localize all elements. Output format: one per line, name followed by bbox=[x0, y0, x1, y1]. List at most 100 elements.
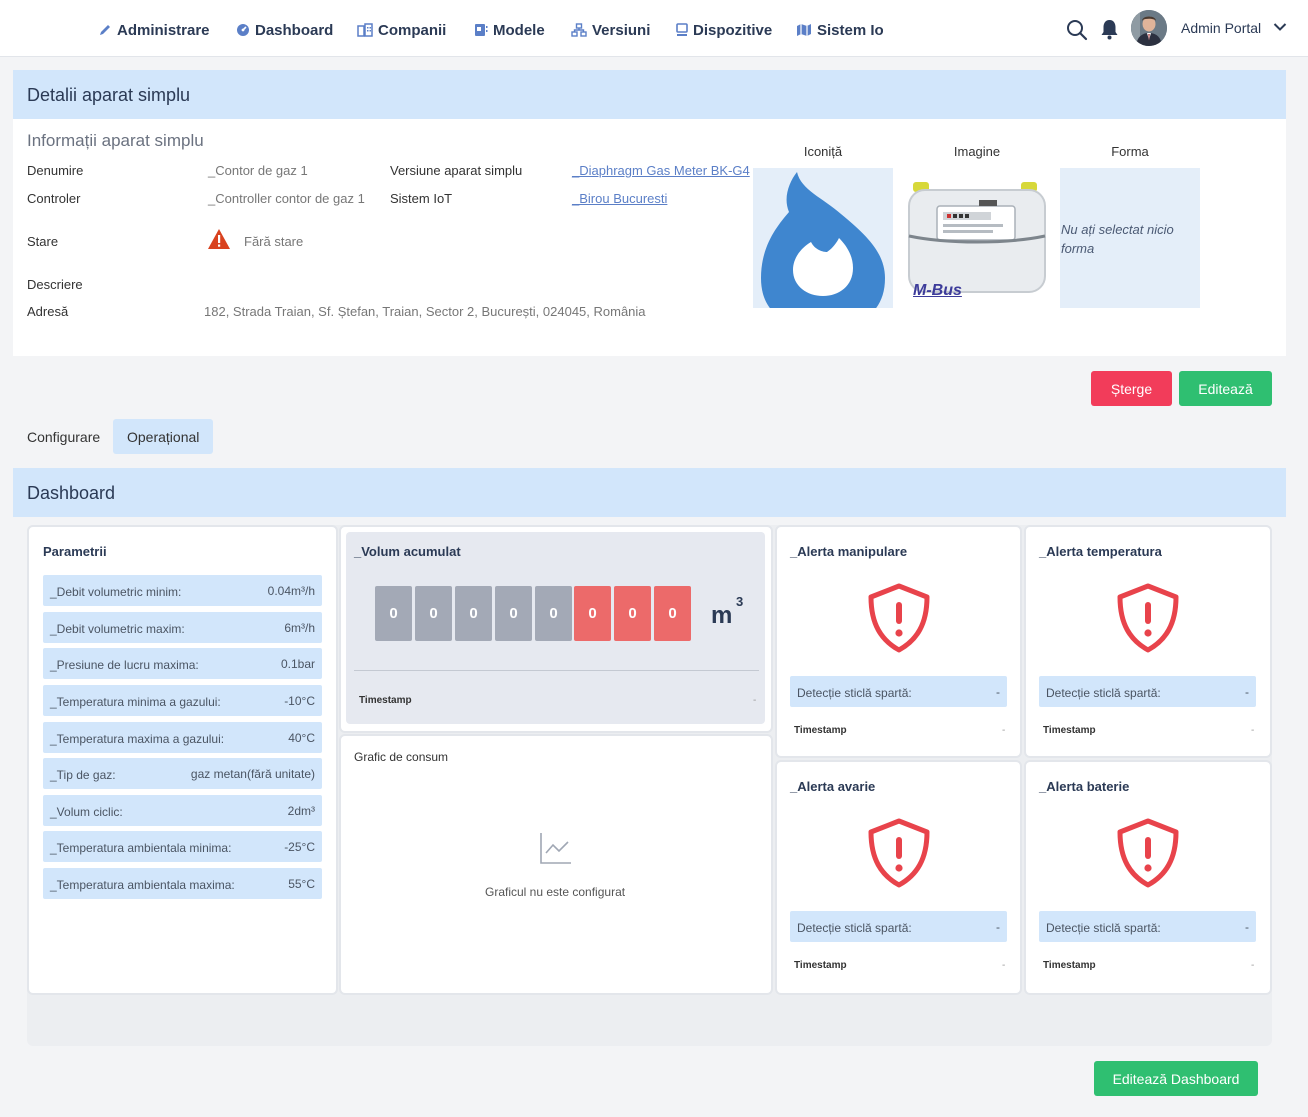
volume-divider bbox=[354, 670, 759, 671]
tab-configurare[interactable]: Configurare bbox=[13, 419, 114, 454]
pencil-icon bbox=[100, 25, 110, 35]
param-row: _Volum ciclic: 2dm³ bbox=[43, 795, 322, 826]
sistem-label: Sistem IoT bbox=[390, 191, 453, 206]
sitemap-icon bbox=[571, 23, 587, 37]
volume-digit: 0 bbox=[654, 586, 691, 641]
dashboard-title: Dashboard bbox=[27, 483, 116, 503]
volume-title: _Volum acumulat bbox=[354, 544, 461, 559]
param-label: _Temperatura ambientala maxima: bbox=[50, 878, 235, 892]
tab-operational[interactable]: Operațional bbox=[113, 419, 214, 454]
nav-label: Dispozitive bbox=[693, 21, 773, 39]
volume-timestamp-label: Timestamp bbox=[359, 695, 412, 706]
avatar[interactable] bbox=[1131, 10, 1167, 46]
device-icon-box bbox=[753, 168, 893, 308]
volume-digit: 0 bbox=[415, 586, 452, 641]
param-label: _Debit volumetric minim: bbox=[50, 585, 182, 599]
details-title: Detalii aparat simplu bbox=[27, 85, 191, 105]
nav-dispozitive[interactable]: Dispozitive bbox=[676, 20, 772, 40]
param-value: 40°C bbox=[288, 731, 315, 745]
param-row: _Debit volumetric maxim: 6m³/h bbox=[43, 612, 322, 643]
nav-companii[interactable]: Companii bbox=[357, 20, 446, 40]
line-chart-icon bbox=[540, 833, 571, 864]
alert-timestamp-label: Timestamp bbox=[1043, 725, 1096, 736]
alert-timestamp-value: - bbox=[1002, 725, 1006, 736]
alert-row-value: - bbox=[1245, 920, 1249, 934]
nav-clip: Sistem Io bbox=[796, 18, 883, 42]
param-row: _Temperatura minima a gazului: -10°C bbox=[43, 685, 322, 716]
volume-digit: 0 bbox=[375, 586, 412, 641]
param-row: _Temperatura ambientala minima: -25°C bbox=[43, 831, 322, 862]
alert-timestamp-value: - bbox=[1251, 960, 1255, 971]
user-name[interactable]: Admin Portal bbox=[1181, 20, 1261, 36]
shield-alert-icon bbox=[868, 818, 930, 888]
chart-title: Grafic de consum bbox=[354, 750, 449, 764]
map-icon bbox=[797, 24, 811, 36]
volume-unit: m bbox=[711, 602, 733, 629]
mbus-label: M-Bus bbox=[913, 282, 962, 299]
alert-timestamp-label: Timestamp bbox=[794, 725, 847, 736]
volume-digit: 0 bbox=[614, 586, 651, 641]
versiune-link[interactable]: _Diaphragm Gas Meter BK-G4 bbox=[572, 163, 750, 178]
alert-row-value: - bbox=[1245, 685, 1249, 699]
nav-label: Sistem Io bbox=[817, 21, 883, 39]
user-photo-icon bbox=[1131, 10, 1167, 46]
param-label: _Tip de gaz: bbox=[50, 768, 116, 782]
param-value: 0.04m³/h bbox=[267, 584, 315, 598]
nav-dashboard[interactable]: Dashboard bbox=[236, 20, 333, 40]
volume-unit-sup: 3 bbox=[736, 594, 744, 609]
param-label: _Volum ciclic: bbox=[50, 805, 123, 819]
bell-icon[interactable] bbox=[1100, 19, 1119, 40]
alert-title: _Alerta avarie bbox=[790, 779, 876, 794]
param-value: 2dm³ bbox=[287, 804, 315, 818]
param-label: _Presiune de lucru maxima: bbox=[50, 658, 199, 672]
alert-row-label: Detecție sticlă spartă: bbox=[1046, 686, 1161, 700]
alert-row: Detecție sticlă spartă: - bbox=[790, 911, 1007, 942]
nav-administrare[interactable]: Administrare bbox=[98, 20, 210, 40]
alert-timestamp-label: Timestamp bbox=[794, 960, 847, 971]
top-navbar: Administrare Dashboard Companii Modele V… bbox=[0, 0, 1308, 57]
chart-empty-text: Graficul nu este configurat bbox=[485, 885, 626, 899]
flame-icon bbox=[761, 172, 885, 308]
volume-digit: 0 bbox=[455, 586, 492, 641]
warning-icon bbox=[208, 229, 230, 249]
denumire-value: _Contor de gaz 1 bbox=[208, 163, 308, 178]
controler-label: Controler bbox=[27, 191, 81, 206]
controler-value: _Controller contor de gaz 1 bbox=[208, 191, 365, 206]
nav-versiuni[interactable]: Versiuni bbox=[571, 20, 650, 40]
adresa-label: Adresă bbox=[27, 304, 69, 319]
alert-row: Detecție sticlă spartă: - bbox=[790, 676, 1007, 707]
param-row: _Temperatura maxima a gazului: 40°C bbox=[43, 722, 322, 753]
edit-button[interactable]: Editează bbox=[1179, 371, 1272, 406]
sistem-link[interactable]: _Birou Bucuresti bbox=[572, 191, 667, 206]
alert-row-value: - bbox=[996, 685, 1000, 699]
nav-sistem-iot[interactable]: Sistem Io bbox=[796, 20, 883, 40]
nav-label: Companii bbox=[378, 21, 447, 39]
dashboard-header: Dashboard bbox=[13, 468, 1286, 517]
param-value: -10°C bbox=[284, 694, 315, 708]
alert-title: _Alerta baterie bbox=[1039, 779, 1130, 794]
param-label: _Temperatura maxima a gazului: bbox=[50, 732, 225, 746]
delete-button[interactable]: Șterge bbox=[1091, 371, 1172, 406]
alert-row-value: - bbox=[996, 920, 1000, 934]
edit-dashboard-button[interactable]: Editează Dashboard bbox=[1094, 1061, 1258, 1096]
param-value: 6m³/h bbox=[284, 621, 315, 635]
param-value: 0.1bar bbox=[280, 657, 315, 671]
alert-timestamp-label: Timestamp bbox=[1043, 960, 1096, 971]
stare-label: Stare bbox=[27, 234, 59, 249]
adresa-value: 182, Strada Traian, Sf. Ștefan, Traian, … bbox=[204, 304, 646, 319]
shield-alert-icon bbox=[1117, 583, 1179, 653]
param-value: 55°C bbox=[288, 877, 315, 891]
nav-label: Versiuni bbox=[592, 21, 651, 39]
volume-digit: 0 bbox=[535, 586, 572, 641]
shield-alert-icon bbox=[1117, 818, 1179, 888]
search-icon[interactable] bbox=[1066, 19, 1088, 41]
stare-value: Fără stare bbox=[244, 234, 304, 249]
no-form-text: Nu ați selectat nicio forma bbox=[1061, 222, 1174, 256]
nav-modele[interactable]: Modele bbox=[474, 20, 545, 40]
nav-label: Administrare bbox=[117, 21, 210, 39]
alert-row: Detecție sticlă spartă: - bbox=[1039, 911, 1256, 942]
param-value: -25°C bbox=[284, 840, 315, 854]
chevron-down-icon[interactable] bbox=[1273, 22, 1287, 32]
nav-label: Modele bbox=[493, 21, 545, 39]
parameters-title: Parametrii bbox=[43, 544, 107, 559]
